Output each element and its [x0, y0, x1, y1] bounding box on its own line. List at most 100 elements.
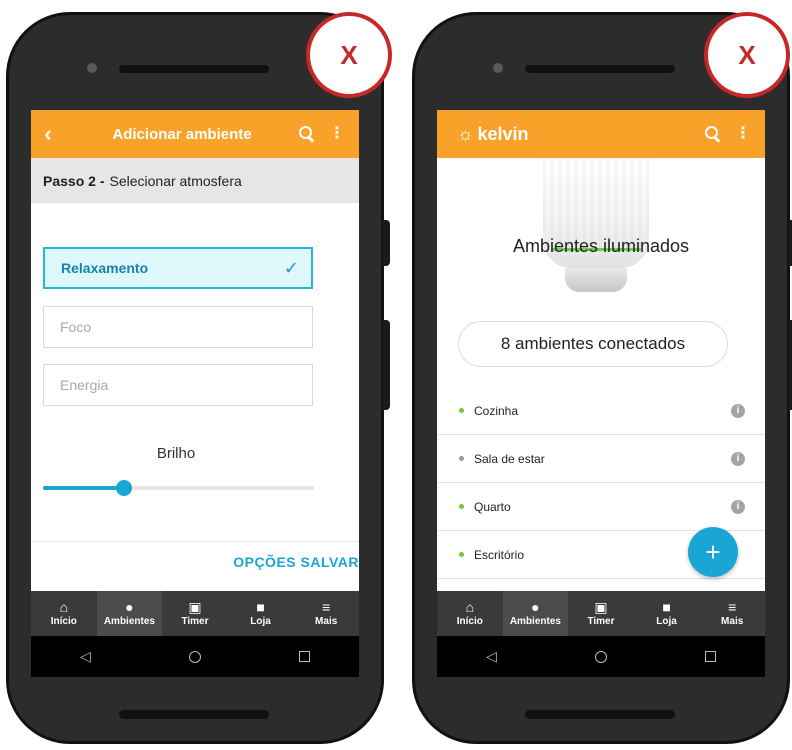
connected-count-badge: 8 ambientes conectados: [458, 321, 728, 367]
bulb-icon: ●: [125, 599, 134, 615]
reject-badge-right: X: [704, 12, 790, 98]
option-energia[interactable]: Energia: [43, 364, 313, 406]
bottom-speaker: [119, 710, 269, 719]
status-dot: [459, 408, 464, 413]
room-name: Quarto: [474, 499, 511, 514]
bottom-nav: ⌂ Início ● Ambientes ▣ Timer ■ Loja ≡ Ma…: [31, 591, 359, 636]
room-name: Escritório: [474, 547, 525, 562]
info-icon[interactable]: i: [731, 403, 745, 418]
brightness-label: Brilho: [156, 445, 196, 462]
home-icon: ⌂: [59, 599, 69, 615]
front-camera: [493, 63, 503, 73]
nav-item-loja[interactable]: ■ Loja: [634, 591, 700, 636]
reject-badge-left: X: [306, 12, 392, 98]
add-room-button[interactable]: +: [688, 527, 738, 577]
check-icon: ✓: [283, 257, 299, 278]
earpiece-speaker: [525, 65, 675, 73]
recent-apps-icon[interactable]: [704, 651, 716, 662]
nav-label: Timer: [587, 616, 615, 627]
earpiece-speaker: [119, 65, 269, 73]
brightness-slider[interactable]: [43, 480, 314, 496]
menu-icon: ≡: [322, 599, 331, 615]
room-item-sala-de-estar[interactable]: Sala de estar i: [437, 435, 765, 483]
app-name: kelvin: [477, 123, 529, 144]
status-dot: [459, 552, 464, 557]
step-number: Passo 2 -: [43, 172, 105, 189]
lock-icon: ■: [256, 599, 265, 615]
save-options-button[interactable]: OPÇÕES SALVAR: [233, 554, 359, 570]
phone-right: ☼ kelvin ⋮ Ambientes iluminados 8 ambien…: [412, 12, 792, 744]
slider-thumb[interactable]: [116, 480, 133, 496]
nav-label: Ambientes: [509, 616, 561, 627]
bottom-speaker: [525, 710, 675, 719]
screen-lit-environments: ☼ kelvin ⋮ Ambientes iluminados 8 ambien…: [437, 110, 765, 677]
info-icon[interactable]: i: [731, 451, 745, 466]
system-nav-bar: ◁: [437, 636, 765, 677]
calendar-icon: ▣: [188, 599, 202, 615]
recent-apps-icon[interactable]: [298, 651, 310, 662]
nav-item-inicio[interactable]: ⌂ Início: [437, 591, 503, 636]
nav-label: Ambientes: [103, 616, 155, 627]
nav-label: Início: [50, 616, 77, 627]
lock-icon: ■: [662, 599, 671, 615]
menu-icon: ≡: [728, 599, 737, 615]
back-triangle-icon[interactable]: ◁: [80, 648, 91, 665]
nav-item-mais[interactable]: ≡ Mais: [699, 591, 765, 636]
more-vertical-icon[interactable]: ⋮: [735, 126, 751, 142]
room-name: Sala de estar: [474, 451, 545, 466]
power-button: [382, 320, 390, 410]
nav-label: Início: [456, 616, 483, 627]
option-label: Energia: [60, 377, 109, 393]
nav-item-loja[interactable]: ■ Loja: [228, 591, 294, 636]
nav-label: Loja: [656, 616, 677, 627]
nav-label: Loja: [250, 616, 271, 627]
search-icon[interactable]: [705, 126, 721, 143]
app-logo: ☼ kelvin: [437, 124, 705, 145]
nav-item-inicio[interactable]: ⌂ Início: [31, 591, 97, 636]
back-triangle-icon[interactable]: ◁: [486, 648, 497, 665]
status-dot: [459, 456, 464, 461]
nav-item-ambientes[interactable]: ● Ambientes: [502, 591, 569, 636]
slider-fill: [43, 486, 125, 490]
system-nav-bar: ◁: [31, 636, 359, 677]
calendar-icon: ▣: [594, 599, 608, 615]
divider: [31, 541, 359, 542]
nav-item-timer[interactable]: ▣ Timer: [162, 591, 228, 636]
search-icon[interactable]: [299, 126, 315, 143]
page-title: Adicionar ambiente: [112, 125, 252, 143]
phone-left: ‹ Adicionar ambiente ⋮ Passo 2 - Selecio…: [6, 12, 390, 744]
nav-item-timer[interactable]: ▣ Timer: [568, 591, 634, 636]
room-item-quarto[interactable]: Quarto i: [437, 483, 765, 531]
sun-logo-icon: ☼: [457, 123, 474, 144]
option-label: Foco: [60, 319, 92, 335]
option-label: Relaxamento: [61, 260, 149, 276]
step-indicator: Passo 2 - Selecionar atmosfera: [31, 158, 359, 203]
room-name: Cozinha: [474, 403, 519, 418]
front-camera: [87, 63, 97, 73]
home-circle-icon[interactable]: [188, 650, 201, 663]
status-dot: [459, 504, 464, 509]
power-button: [788, 320, 792, 410]
option-foco[interactable]: Foco: [43, 306, 313, 348]
option-relaxamento[interactable]: Relaxamento ✓: [43, 247, 313, 289]
app-bar: ☼ kelvin ⋮: [437, 110, 765, 158]
volume-button: [788, 220, 792, 266]
nav-label: Timer: [181, 616, 209, 627]
screen-add-environment: ‹ Adicionar ambiente ⋮ Passo 2 - Selecio…: [31, 110, 359, 677]
room-item-cozinha[interactable]: Cozinha i: [437, 387, 765, 435]
home-circle-icon[interactable]: [594, 650, 607, 663]
nav-label: Mais: [721, 616, 744, 627]
more-vertical-icon[interactable]: ⋮: [329, 126, 345, 142]
volume-button: [382, 220, 390, 266]
nav-item-mais[interactable]: ≡ Mais: [293, 591, 359, 636]
chevron-left-icon[interactable]: ‹: [31, 121, 65, 147]
bulb-icon: ●: [531, 599, 540, 615]
bottom-nav: ⌂ Início ● Ambientes ▣ Timer ■ Loja ≡ Ma…: [437, 591, 765, 636]
lamp-base: [565, 268, 627, 292]
step-title: Selecionar atmosfera: [109, 172, 242, 189]
nav-item-ambientes[interactable]: ● Ambientes: [96, 591, 163, 636]
nav-label: Mais: [315, 616, 338, 627]
info-icon[interactable]: i: [731, 499, 745, 514]
app-bar: ‹ Adicionar ambiente ⋮: [31, 110, 359, 158]
home-icon: ⌂: [465, 599, 475, 615]
